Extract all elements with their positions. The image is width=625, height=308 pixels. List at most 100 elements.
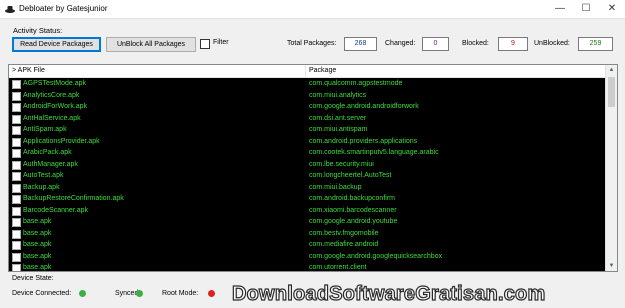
device-state-label: Device State: <box>12 275 54 282</box>
watermark: DownloadSoftwareGratisan.com <box>231 282 546 305</box>
row-checkbox[interactable] <box>12 229 21 239</box>
list-item[interactable]: base.apk com.utorrent.client <box>9 262 606 271</box>
device-connected-label: Device Connected: <box>12 290 72 297</box>
row-checkbox[interactable] <box>12 91 21 101</box>
list-item[interactable]: AnalyticsCore.apk com.miui.analytics <box>9 90 606 102</box>
list-item[interactable]: ApplicationsProvider.apk com.android.prov… <box>9 136 606 148</box>
activity-status-label: Activity Status: <box>13 26 63 35</box>
window-title: Debloater by Gatesjunior <box>19 4 108 13</box>
column-divider[interactable] <box>305 65 306 77</box>
list-item[interactable]: base.apk com.mediafire.android <box>9 239 606 251</box>
list-item[interactable]: ArabicPack.apk com.cootek.smartinputv5.la… <box>9 147 606 159</box>
apk-file-cell: BackupRestoreConfirmation.apk <box>23 195 124 202</box>
list-item[interactable]: BarcodeScanner.apk com.xiaomi.barcodescan… <box>9 205 606 217</box>
list-item[interactable]: base.apk com.google.android.googlequickse… <box>9 251 606 263</box>
list-item[interactable]: AGPSTestMode.apk com.qualcomm.agpstestmod… <box>9 78 606 90</box>
list-item[interactable]: base.apk com.bestv.fmgomobile <box>9 228 606 240</box>
scroll-thumb[interactable] <box>608 77 615 107</box>
vertical-scrollbar[interactable]: ▲ ▼ <box>605 65 617 271</box>
package-cell: com.mediafire.android <box>309 241 379 248</box>
apk-file-cell: base.apk <box>23 218 52 225</box>
row-checkbox[interactable] <box>12 126 21 135</box>
list-rows: AGPSTestMode.apk com.qualcomm.agpstestmod… <box>9 78 606 271</box>
apk-file-cell: AGPSTestMode.apk <box>23 80 87 87</box>
apk-file-cell: AndroidForWork.apk <box>23 103 88 110</box>
package-cell: com.qualcomm.agpstestmode <box>309 80 403 87</box>
list-item[interactable]: AutoTest.apk com.longcheertel.AutoTest <box>9 170 606 182</box>
package-cell: com.longcheertel.AutoTest <box>309 172 392 179</box>
row-checkbox[interactable] <box>12 183 21 193</box>
row-checkbox[interactable] <box>12 149 21 158</box>
apk-file-cell: AntHalService.apk <box>23 114 81 122</box>
total-packages-value: 268 <box>344 37 377 51</box>
apk-file-cell: base.apk <box>23 241 52 248</box>
row-checkbox[interactable] <box>12 114 21 124</box>
changed-label: Changed: <box>385 40 416 47</box>
unblocked-label: UnBlocked: <box>534 40 570 47</box>
row-checkbox[interactable] <box>12 160 21 170</box>
apk-file-cell: AntiSpam.apk <box>23 126 67 133</box>
row-checkbox[interactable] <box>12 264 21 271</box>
read-device-packages-button[interactable]: Read Device Packages <box>12 37 101 52</box>
list-item[interactable]: AntiSpam.apk com.miui.antispam <box>9 124 606 136</box>
row-checkbox[interactable] <box>12 137 21 147</box>
list-header: > APK File Package <box>9 65 606 78</box>
list-item[interactable]: AuthManager.apk com.lbe.security.miui <box>9 159 606 171</box>
package-cell: com.miui.backup <box>309 183 362 191</box>
unblock-all-packages-button[interactable]: UnBlock All Packages <box>106 37 196 52</box>
list-item[interactable]: Backup.apk com.miui.backup <box>9 182 606 194</box>
apk-file-cell: BarcodeScanner.apk <box>23 206 88 214</box>
apk-file-cell: Backup.apk <box>23 183 60 191</box>
package-cell: com.xiaomi.barcodescanner <box>309 206 397 214</box>
apk-file-cell: base.apk <box>23 264 52 271</box>
unblocked-value: 259 <box>578 37 613 51</box>
package-cell: com.google.android.androidforwork <box>309 103 419 110</box>
apk-file-cell: ArabicPack.apk <box>23 149 72 156</box>
row-checkbox[interactable] <box>12 252 21 262</box>
apk-file-cell: AuthManager.apk <box>23 160 78 168</box>
blocked-label: Blocked: <box>462 40 489 47</box>
row-checkbox[interactable] <box>12 206 21 216</box>
package-cell: com.cootek.smartinputv5.language.arabic <box>309 149 439 156</box>
package-list[interactable]: > APK File Package AGPSTestMode.apk com.q… <box>8 64 618 272</box>
row-checkbox[interactable] <box>12 80 21 89</box>
root-mode-label: Root Mode: <box>162 290 199 297</box>
apk-file-cell: ApplicationsProvider.apk <box>23 137 100 145</box>
row-checkbox[interactable] <box>12 172 21 181</box>
list-item[interactable]: AndroidForWork.apk com.google.android.and… <box>9 101 606 113</box>
app-hat-icon <box>5 6 15 13</box>
apk-file-cell: AutoTest.apk <box>23 172 64 179</box>
row-checkbox[interactable] <box>12 241 21 250</box>
list-item[interactable]: base.apk com.google.android.youtube <box>9 216 606 228</box>
row-checkbox[interactable] <box>12 195 21 204</box>
maximize-button[interactable]: ☐ <box>573 0 599 18</box>
scroll-down-icon[interactable]: ▼ <box>606 261 617 271</box>
package-cell: com.android.providers.applications <box>309 137 418 145</box>
package-cell: com.utorrent.client <box>309 264 367 271</box>
filter-label: Filter <box>213 39 229 46</box>
list-item[interactable]: BackupRestoreConfirmation.apk com.android… <box>9 193 606 205</box>
minimize-button[interactable]: — <box>547 0 573 18</box>
column-header-package[interactable]: Package <box>309 65 336 77</box>
row-checkbox[interactable] <box>12 218 21 227</box>
title-bar: Debloater by Gatesjunior — ☐ ✕ <box>0 0 625 19</box>
package-cell: com.google.android.googlequicksearchbox <box>309 252 443 260</box>
blocked-value: 9 <box>498 37 528 51</box>
row-checkbox[interactable] <box>12 103 21 112</box>
apk-file-cell: AnalyticsCore.apk <box>23 91 80 99</box>
synced-indicator-icon <box>136 290 143 297</box>
list-item[interactable]: AntHalService.apk com.dsi.ant.server <box>9 113 606 125</box>
root-mode-indicator-icon <box>208 290 215 297</box>
total-packages-label: Total Packages: <box>287 40 337 47</box>
package-cell: com.lbe.security.miui <box>309 160 374 168</box>
column-header-apk[interactable]: > APK File <box>12 65 45 77</box>
package-cell: com.google.android.youtube <box>309 218 398 225</box>
package-cell: com.miui.analytics <box>309 91 367 99</box>
scroll-up-icon[interactable]: ▲ <box>606 65 617 75</box>
package-cell: com.miui.antispam <box>309 126 368 133</box>
close-button[interactable]: ✕ <box>599 0 625 18</box>
device-connected-indicator-icon <box>79 290 86 297</box>
filter-checkbox[interactable] <box>200 39 210 49</box>
package-cell: com.dsi.ant.server <box>309 114 367 122</box>
package-cell: com.android.backupconfirm <box>309 195 395 202</box>
